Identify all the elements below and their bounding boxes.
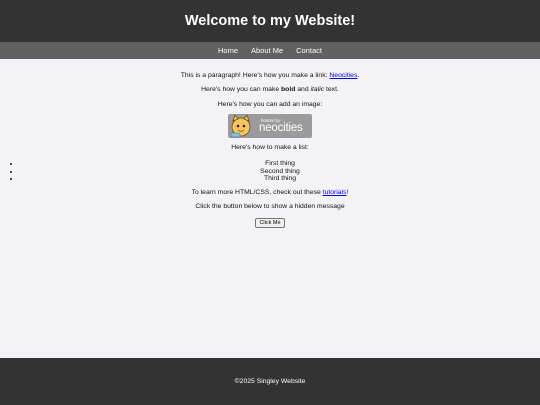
page-title: Welcome to my Website! bbox=[184, 13, 356, 29]
list-item: Third thing bbox=[20, 175, 540, 183]
list-item: Second thing bbox=[20, 168, 540, 176]
button-container: Click Me bbox=[0, 217, 540, 228]
intro-paragraph: This is a paragraph! Here's how you make… bbox=[0, 59, 540, 80]
main-content: This is a paragraph! Here's how you make… bbox=[0, 59, 540, 228]
italic-text: italic bbox=[310, 86, 325, 94]
tutorials-link[interactable]: tutorials bbox=[323, 189, 347, 196]
site-footer: ©2025 Singley Website bbox=[0, 358, 540, 405]
tutorials-exclaim: ! bbox=[346, 188, 349, 196]
site-header: Welcome to my Website! bbox=[0, 0, 540, 42]
tutorials-text: To learn more HTML/CSS, check out these bbox=[191, 188, 323, 196]
badge-container: hosted by neocities bbox=[0, 114, 540, 139]
neocities-cat-icon bbox=[230, 114, 251, 138]
nav-link-home[interactable]: Home bbox=[218, 46, 238, 55]
nav-bar: Home About Me Contact bbox=[0, 42, 540, 59]
neocities-badge[interactable]: hosted by neocities bbox=[228, 114, 312, 139]
click-me-button[interactable]: Click Me bbox=[255, 217, 285, 228]
footer-text: ©2025 Singley Website bbox=[234, 378, 306, 385]
intro-text: This is a paragraph! Here's how you make… bbox=[180, 72, 330, 79]
tutorials-paragraph: To learn more HTML/CSS, check out these … bbox=[0, 189, 540, 197]
example-list: First thing Second thing Third thing bbox=[0, 160, 540, 183]
badge-neocities: neocities bbox=[259, 122, 303, 135]
formatting-and: and bbox=[295, 86, 311, 94]
formatting-text: Here's how you can make bbox=[201, 86, 282, 94]
formatting-paragraph: Here's how you can make bold and italic … bbox=[0, 86, 540, 94]
nav-link-contact[interactable]: Contact bbox=[296, 46, 322, 55]
image-paragraph: Here's how you can add an image: bbox=[217, 100, 323, 108]
bold-text: bold bbox=[281, 86, 296, 94]
list-paragraph: Here's how to make a list: bbox=[231, 144, 309, 152]
intro-period: . bbox=[357, 72, 360, 79]
nav-link-about-me[interactable]: About Me bbox=[251, 46, 283, 55]
button-instruction: Click the button below to show a hidden … bbox=[195, 203, 345, 211]
formatting-end: text. bbox=[324, 86, 339, 94]
neocities-link[interactable]: Neocities bbox=[329, 72, 357, 79]
list-item: First thing bbox=[20, 160, 540, 168]
